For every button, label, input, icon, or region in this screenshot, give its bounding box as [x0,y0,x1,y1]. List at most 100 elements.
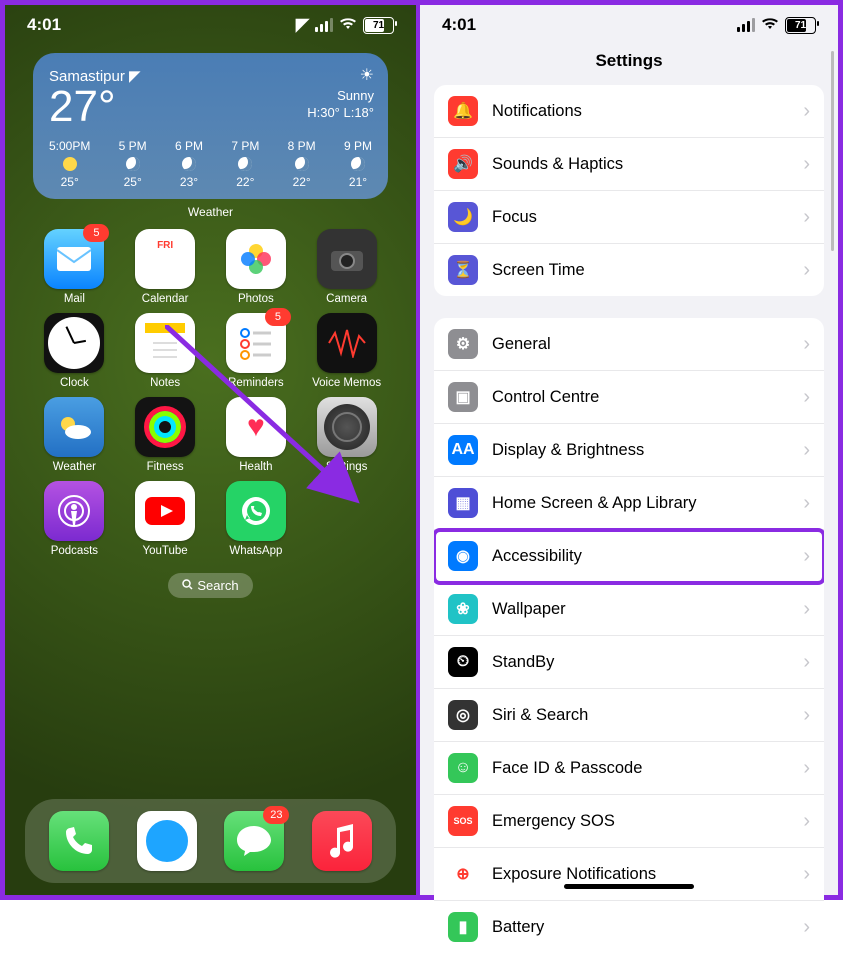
camera-icon [317,229,377,289]
weather-widget[interactable]: Samastipur ◤ 27° ☀ Sunny H:30° L:18° 5:0… [33,53,388,199]
photos-icon [226,229,286,289]
row-icon: ◉ [448,541,478,571]
app-music[interactable]: Music [312,811,372,871]
settings-row-exposure-notifications[interactable]: ⊕Exposure Notifications› [434,848,824,901]
app-clock[interactable]: Clock [29,313,120,389]
row-label: Face ID & Passcode [492,759,789,778]
app-weather[interactable]: Weather [29,397,120,473]
settings-row-wallpaper[interactable]: ❀Wallpaper› [434,583,824,636]
search-pill[interactable]: Search [168,573,252,598]
app-reminders[interactable]: 5Reminders [211,313,302,389]
status-icons: 71 [737,15,816,35]
chevron-right-icon: › [803,206,810,229]
app-mail[interactable]: 5Mail [29,229,120,305]
app-settings[interactable]: Settings [301,397,392,473]
app-podcasts[interactable]: Podcasts [29,481,120,557]
app-youtube[interactable]: YouTube [120,481,211,557]
weather-condition: ☀ Sunny H:30° L:18° [307,65,374,122]
status-icons: ◤ 71 [296,15,394,35]
weather-hour: 5 PM25° [119,139,147,189]
settings-group-1: 🔔Notifications›🔊Sounds & Haptics›🌙Focus›… [434,85,824,296]
settings-row-control-centre[interactable]: ▣ Control Centre › [434,371,824,424]
row-icon: ◎ [448,700,478,730]
app-messages[interactable]: 23Messages [224,811,284,871]
settings-row-emergency-sos[interactable]: SOSEmergency SOS› [434,795,824,848]
settings-row-battery[interactable]: ▮Battery› [434,901,824,953]
widget-label: Weather [5,205,416,219]
settings-row-screen-time[interactable]: ⏳Screen Time› [434,244,824,296]
app-camera[interactable]: Camera [301,229,392,305]
app-whatsapp[interactable]: WhatsApp [211,481,302,557]
row-label: Exposure Notifications [492,865,789,884]
app-label: Camera [326,293,367,305]
settings-row-display-brightness[interactable]: AADisplay & Brightness› [434,424,824,477]
scroll-indicator [831,51,834,251]
settings-row-accessibility[interactable]: ◉ Accessibility › [434,530,824,583]
settings-row-home-screen-app-library[interactable]: ▦Home Screen & App Library› [434,477,824,530]
row-icon: ▣ [448,382,478,412]
notes-icon [135,313,195,373]
settings-row-siri-search[interactable]: ◎Siri & Search› [434,689,824,742]
weather-icon [44,397,104,457]
app-voice-memos[interactable]: Voice Memos [301,313,392,389]
weather-hour: 9 PM21° [344,139,372,189]
row-icon: ▮ [448,912,478,942]
row-icon: AA [448,435,478,465]
app-health[interactable]: ♥Health [211,397,302,473]
row-label: Sounds & Haptics [492,155,789,174]
app-notes[interactable]: Notes [120,313,211,389]
home-indicator[interactable] [564,884,694,889]
phone-icon [49,811,109,871]
status-time: 4:01 [27,15,61,35]
app-safari[interactable]: Safari [137,811,197,871]
app-calendar[interactable]: FRI10Calendar [120,229,211,305]
row-label: StandBy [492,653,789,672]
mail-icon: 5 [44,229,104,289]
safari-icon [137,811,197,871]
settings-row-standby[interactable]: ⏲StandBy› [434,636,824,689]
moon-icon [351,157,365,171]
chevron-right-icon: › [803,810,810,833]
row-icon: 🌙 [448,202,478,232]
row-icon: SOS [448,806,478,836]
messages-icon: 23 [224,811,284,871]
settings-row-notifications[interactable]: 🔔Notifications› [434,85,824,138]
row-label: Screen Time [492,261,789,280]
app-label: Fitness [147,461,184,473]
chevron-right-icon: › [803,545,810,568]
moon-icon [238,157,252,171]
app-photos[interactable]: Photos [211,229,302,305]
row-label: Control Centre [492,388,789,407]
wifi-icon [339,15,357,35]
calendar-icon: FRI10 [135,229,195,289]
weather-hour: 7 PM22° [231,139,259,189]
fitness-icon [135,397,195,457]
status-bar: 4:01 ◤ 71 [5,5,416,39]
chevron-right-icon: › [803,916,810,939]
settings-row-focus[interactable]: 🌙Focus› [434,191,824,244]
weather-hour: 5:00PM25° [49,139,90,189]
settings-row-sounds-haptics[interactable]: 🔊Sounds & Haptics› [434,138,824,191]
chevron-right-icon: › [803,386,810,409]
weather-hour: 6 PM23° [175,139,203,189]
app-phone[interactable]: Phone [49,811,109,871]
settings-row-face-id-passcode[interactable]: ☺Face ID & Passcode› [434,742,824,795]
search-icon [182,578,193,593]
row-icon: 🔔 [448,96,478,126]
moon-icon [182,157,196,171]
youtube-icon [135,481,195,541]
app-fitness[interactable]: Fitness [120,397,211,473]
chevron-right-icon: › [803,439,810,462]
weather-hour: 8 PM22° [288,139,316,189]
row-label: Siri & Search [492,706,789,725]
podcasts-icon [44,481,104,541]
settings-group-2: ⚙General›▣Control Centre›AADisplay & Bri… [434,318,824,953]
row-label: Accessibility [492,547,789,566]
status-time: 4:01 [442,15,476,35]
settings-row-general[interactable]: ⚙General› [434,318,824,371]
app-label: Reminders [228,377,284,389]
chevron-right-icon: › [803,757,810,780]
chevron-right-icon: › [803,100,810,123]
row-icon: ⊕ [448,859,478,889]
moon-icon [126,157,140,171]
